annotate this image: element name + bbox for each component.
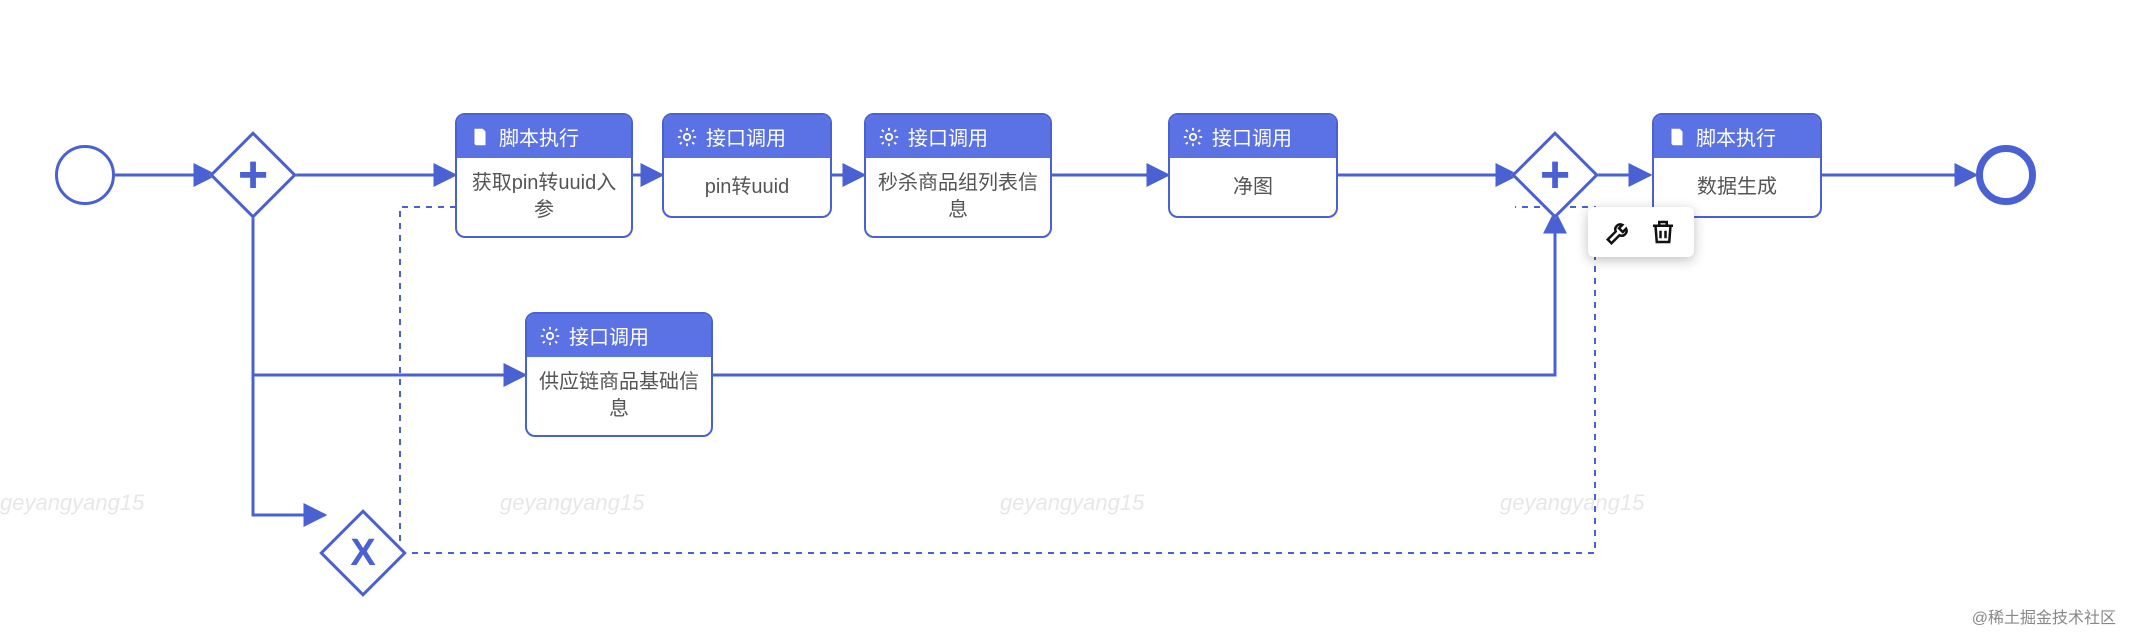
task-pin-to-uuid[interactable]: 接口调用 pin转uuid <box>662 113 832 218</box>
plus-icon: + <box>1527 147 1583 203</box>
gateway-parallel-join[interactable]: + <box>1511 131 1599 219</box>
watermark: geyangyang15 <box>1000 490 1144 516</box>
task-type-label: 脚本执行 <box>1696 122 1776 151</box>
bpmn-canvas[interactable]: + + X 脚本执行 获取pin转uuid入参 接口调用 pin转uuid 接口… <box>0 0 2130 638</box>
attribution-text: @稀土掘金技术社区 <box>1972 604 2116 628</box>
gear-icon <box>878 126 900 148</box>
plus-icon: + <box>225 147 281 203</box>
task-type-label: 脚本执行 <box>499 122 579 151</box>
task-get-pin-param[interactable]: 脚本执行 获取pin转uuid入参 <box>455 113 633 238</box>
task-label: pin转uuid <box>664 158 830 216</box>
task-supply-chain[interactable]: 接口调用 供应链商品基础信息 <box>525 312 713 437</box>
task-label: 供应链商品基础信息 <box>527 357 711 435</box>
task-type-label: 接口调用 <box>706 122 786 151</box>
task-type-label: 接口调用 <box>569 321 649 350</box>
end-event[interactable] <box>1976 145 2036 205</box>
watermark: geyangyang15 <box>1500 490 1644 516</box>
task-generate-data[interactable]: 脚本执行 数据生成 <box>1652 113 1822 218</box>
wrench-icon[interactable] <box>1604 217 1634 247</box>
gateway-exclusive[interactable]: X <box>319 509 407 597</box>
x-icon: X <box>335 525 391 581</box>
task-seckill-list[interactable]: 接口调用 秒杀商品组列表信息 <box>864 113 1052 238</box>
start-event[interactable] <box>55 145 115 205</box>
gear-icon <box>676 126 698 148</box>
task-label: 秒杀商品组列表信息 <box>866 158 1050 236</box>
task-label: 净图 <box>1170 158 1336 216</box>
trash-icon[interactable] <box>1648 217 1678 247</box>
task-clean-image[interactable]: 接口调用 净图 <box>1168 113 1338 218</box>
edge-layer <box>0 0 2130 638</box>
task-type-label: 接口调用 <box>1212 122 1292 151</box>
gear-icon <box>1182 126 1204 148</box>
watermark: geyangyang15 <box>500 490 644 516</box>
task-type-label: 接口调用 <box>908 122 988 151</box>
gateway-parallel-split[interactable]: + <box>209 131 297 219</box>
gear-icon <box>539 325 561 347</box>
watermark: geyangyang15 <box>0 490 144 516</box>
task-label: 获取pin转uuid入参 <box>457 158 631 236</box>
script-icon <box>469 126 491 148</box>
script-icon <box>1666 126 1688 148</box>
node-action-popup <box>1588 207 1694 257</box>
